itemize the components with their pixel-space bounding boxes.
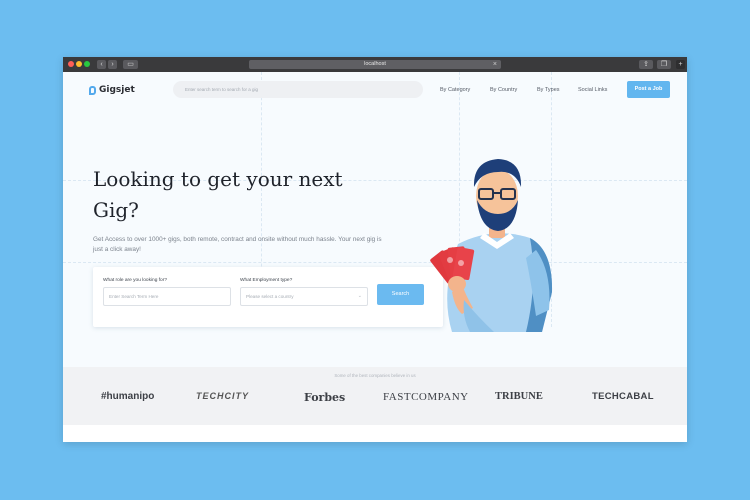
employment-type-value: Please select a country — [246, 294, 294, 299]
nav-social-links[interactable]: Social Links — [578, 87, 607, 93]
maximize-window-button[interactable] — [84, 61, 90, 67]
forward-icon[interactable]: › — [108, 60, 117, 69]
techcabal-logo: TECHCABAL — [592, 391, 654, 402]
nav-by-country[interactable]: By Country — [490, 87, 517, 93]
footer-area — [63, 425, 687, 442]
close-window-button[interactable] — [68, 61, 74, 67]
chevron-down-icon: ⌄ — [357, 293, 362, 299]
logo-text: Gigsjet — [99, 85, 135, 95]
employment-type-select[interactable]: Please select a country ⌄ — [240, 287, 368, 306]
techcity-logo: TECHCITY — [196, 391, 249, 401]
share-icon[interactable]: ⇪ — [639, 60, 653, 69]
back-icon[interactable]: ‹ — [97, 60, 106, 69]
companies-section: Some of the best companies believe in us… — [63, 367, 687, 425]
job-search-card: What role are you looking for? Enter Sea… — [93, 267, 443, 327]
search-button[interactable]: Search — [377, 284, 424, 305]
url-text: localhost — [364, 61, 386, 67]
minimize-window-button[interactable] — [76, 61, 82, 67]
hero-title-line: Gig? — [93, 198, 139, 222]
role-label: What role are you looking for? — [103, 278, 167, 283]
humanipo-logo: #humanipo — [101, 391, 155, 402]
gig-search-input[interactable] — [173, 81, 423, 98]
browser-window: ‹ › ▭ localhost × ⇪ ❐ + Gigsjet By Categ… — [63, 57, 687, 442]
post-job-button[interactable]: Post a Job — [627, 81, 670, 98]
employment-type-label: What Employment type? — [240, 278, 293, 283]
top-navigation: Gigsjet By Category By Country By Types … — [63, 72, 687, 106]
hero-title: Looking to get your next Gig? — [93, 164, 373, 226]
address-bar[interactable]: localhost × — [249, 60, 501, 69]
web-page: Gigsjet By Category By Country By Types … — [63, 72, 687, 442]
new-tab-icon[interactable]: + — [676, 60, 685, 69]
hero-title-line: Looking to get your next — [93, 167, 343, 191]
grid-line — [63, 262, 687, 263]
hero-subtitle: Get Access to over 1000+ gigs, both remo… — [93, 236, 382, 253]
nav-by-types[interactable]: By Types — [537, 87, 560, 93]
fastcompany-logo: FASTCOMPANY — [383, 391, 469, 403]
tabs-icon[interactable]: ❐ — [657, 60, 671, 69]
tribune-logo: TRIBUNE — [495, 391, 543, 402]
companies-caption: Some of the best companies believe in us — [334, 373, 416, 378]
man-holding-cash-illustration — [430, 159, 553, 332]
nav-by-category[interactable]: By Category — [440, 87, 470, 93]
forbes-logo: Forbes — [304, 391, 346, 404]
browser-toolbar: ‹ › ▭ localhost × ⇪ ❐ + — [63, 57, 687, 72]
sidebar-icon[interactable]: ▭ — [123, 60, 138, 69]
brand-logo[interactable]: Gigsjet — [89, 85, 135, 95]
role-input[interactable]: Enter Search Term Here — [103, 287, 231, 306]
close-icon[interactable]: × — [493, 60, 497, 69]
logo-icon — [89, 85, 96, 95]
